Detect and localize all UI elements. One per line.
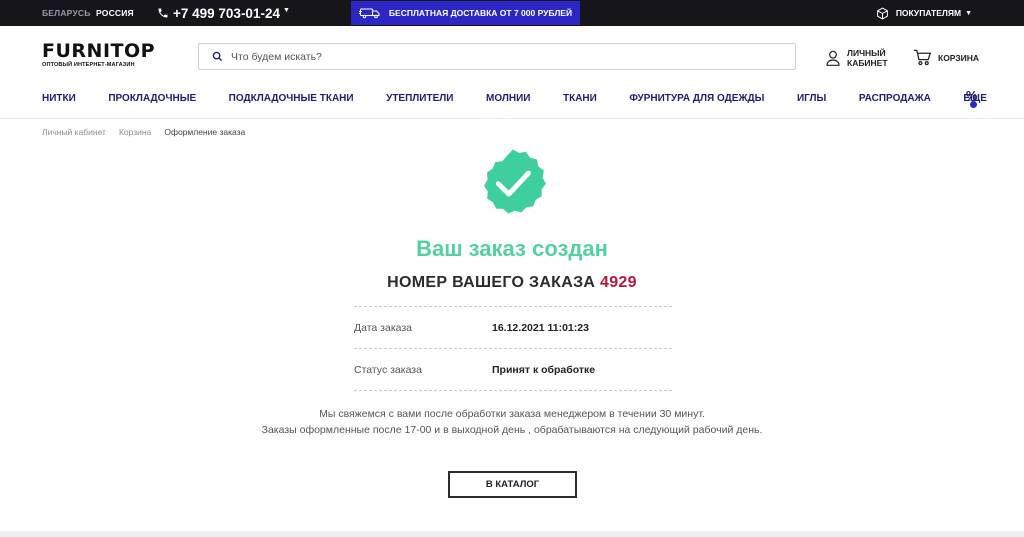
nav-item-lining-fabrics[interactable]: ПОДКЛАДОЧНЫЕ ТКАНИ	[229, 93, 354, 104]
user-icon	[826, 50, 840, 66]
order-number-line: НОМЕР ВАШЕГО ЗАКАЗА 4929	[0, 274, 1024, 292]
nav-item-threads[interactable]: НИТКИ	[42, 93, 76, 104]
success-title: Ваш заказ создан	[416, 236, 608, 261]
cart-link[interactable]: КОРЗИНА	[913, 49, 979, 66]
order-date-row: Дата заказа 16.12.2021 11:01:23	[354, 307, 672, 348]
header-divider	[0, 118, 1024, 119]
nav-item-sale[interactable]: РАСПРОДАЖА %	[858, 88, 977, 108]
order-status-label: Статус заказа	[354, 363, 422, 376]
region-russia[interactable]: РОССИЯ	[96, 0, 134, 26]
phone-number: +7 499 703-01-24	[173, 5, 280, 21]
phone-dropdown-icon[interactable]: ▼	[283, 7, 290, 14]
nav-item-zippers[interactable]: МОЛНИИ	[486, 93, 530, 104]
logo-tagline: ОПТОВЫЙ ИНТЕРНЕТ-МАГАЗИН	[42, 62, 135, 68]
contact-note: Мы свяжемся с вами после обработки заказ…	[0, 406, 1024, 438]
buyers-menu-label: ПОКУПАТЕЛЯМ	[895, 8, 962, 18]
buyers-menu[interactable]: ПОКУПАТЕЛЯМ ▼	[876, 0, 972, 26]
truck-icon	[358, 8, 380, 19]
to-catalog-button[interactable]: В КАТАЛОГ	[448, 471, 577, 498]
check-badge-icon	[484, 149, 546, 214]
main-nav: НИТКИ ПРОКЛАДОЧНЫЕ ПОДКЛАДОЧНЫЕ ТКАНИ УТ…	[42, 85, 987, 111]
order-date-value: 16.12.2021 11:01:23	[492, 321, 589, 334]
contact-note-line-1: Мы свяжемся с вами после обработки заказ…	[319, 408, 705, 420]
breadcrumb: Личный кабинет Корзина Оформление заказа	[42, 127, 245, 137]
cart-icon	[914, 49, 932, 66]
chevron-down-icon: ▼	[965, 9, 972, 17]
logo[interactable]: FURNITOP ОПТОВЫЙ ИНТЕРНЕТ-МАГАЗИН	[42, 40, 156, 69]
free-delivery-text: БЕСПЛАТНАЯ ДОСТАВКА ОТ 7 000 РУБЛЕЙ	[388, 8, 573, 18]
contact-note-line-2: Заказы оформленные после 17-00 и в выход…	[261, 424, 763, 436]
nav-item-insulation[interactable]: УТЕПЛИТЕЛИ	[386, 93, 453, 104]
search-input[interactable]	[231, 50, 771, 63]
search-icon[interactable]	[212, 51, 223, 62]
dashed-divider	[354, 390, 672, 391]
order-number-label: НОМЕР ВАШЕГО ЗАКАЗА	[387, 274, 596, 291]
footer-strip	[0, 531, 1024, 537]
top-bar: БЕЛАРУСЬ РОССИЯ +7 499 703-01-24 ▼ БЕСПЛ…	[0, 0, 1024, 26]
order-date-label: Дата заказа	[354, 321, 413, 334]
order-status-row: Статус заказа Принят к обработке	[354, 349, 672, 390]
free-delivery-banner[interactable]: БЕСПЛАТНАЯ ДОСТАВКА ОТ 7 000 РУБЛЕЙ	[351, 1, 580, 25]
order-status-value: Принят к обработке	[492, 363, 596, 376]
phone-icon	[158, 8, 168, 18]
nav-item-interlinings[interactable]: ПРОКЛАДОЧНЫЕ	[108, 93, 196, 104]
region-belarus[interactable]: БЕЛАРУСЬ	[42, 0, 91, 26]
box-icon	[876, 7, 888, 19]
account-label: ЛИЧНЫЙ КАБИНЕТ	[847, 48, 888, 68]
order-number: 4929	[600, 274, 637, 291]
breadcrumb-cart[interactable]: Корзина	[119, 127, 151, 137]
nav-item-sale-label: РАСПРОДАЖА	[858, 92, 931, 104]
breadcrumb-account[interactable]: Личный кабинет	[42, 127, 106, 137]
nav-item-more[interactable]: ЕЩЕ	[963, 93, 987, 104]
breadcrumb-checkout: Оформление заказа	[164, 127, 246, 137]
cart-label: КОРЗИНА	[938, 52, 980, 63]
nav-item-clothing-accessories[interactable]: ФУРНИТУРА ДЛЯ ОДЕЖДЫ	[629, 93, 764, 104]
account-link[interactable]: ЛИЧНЫЙ КАБИНЕТ	[826, 48, 895, 68]
order-info: Дата заказа 16.12.2021 11:01:23 Статус з…	[354, 306, 672, 391]
search-box	[198, 43, 796, 70]
nav-item-fabrics[interactable]: ТКАНИ	[563, 93, 597, 104]
phone-link[interactable]: +7 499 703-01-24 ▼	[157, 0, 290, 26]
nav-item-needles[interactable]: ИГЛЫ	[797, 93, 826, 104]
logo-text: FURNITOP	[42, 40, 156, 62]
